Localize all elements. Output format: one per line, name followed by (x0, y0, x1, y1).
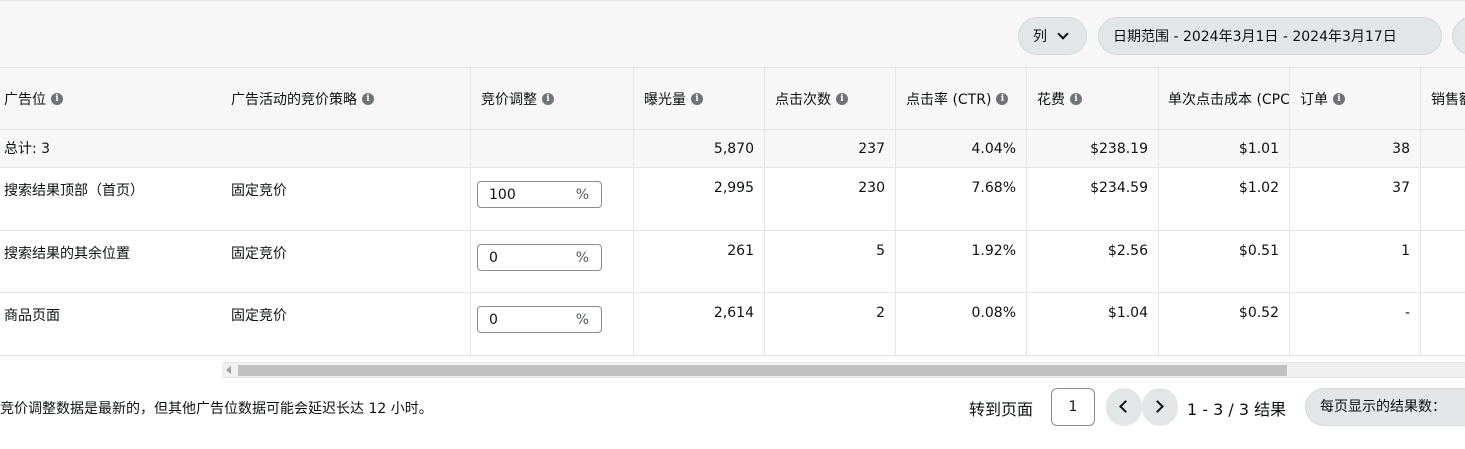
header-spend[interactable]: 花费 i (1037, 68, 1155, 129)
column-divider (1158, 68, 1159, 356)
bid-adjustment-input[interactable]: 100% (477, 181, 602, 208)
impressions: 2,614 (713, 305, 754, 321)
table-toolbar: 列 日期范围 - 2024年3月1日 - 2024年3月17日 (0, 0, 1465, 68)
prev-page-button[interactable] (1106, 388, 1142, 426)
totals-row: 总计: 3 5,870 237 4.04% $238.19 $1.01 38 (0, 130, 1465, 168)
table-row: 商品页面 固定竞价 0% 2,614 2 0.08% $1.04 $0.52 - (0, 293, 1465, 356)
spend: $1.04 (1107, 305, 1148, 321)
bid-adjustment-input[interactable]: 0% (477, 244, 602, 271)
cpc: $1.02 (1238, 180, 1279, 196)
cpc: $0.52 (1238, 305, 1279, 321)
info-icon[interactable]: i (1070, 92, 1082, 105)
header-ctr[interactable]: 点击率 (CTR) i (906, 68, 1024, 129)
per-page-label: 每页显示的结果数： (1320, 399, 1446, 415)
column-divider (1289, 68, 1290, 356)
table-row: 搜索结果顶部（首页） 固定竞价 100% 2,995 230 7.68% $23… (0, 168, 1465, 231)
totals-label: 总计: 3 (4, 141, 51, 157)
date-range-button[interactable]: 日期范围 - 2024年3月1日 - 2024年3月17日 (1098, 17, 1442, 55)
bid-strategy: 固定竞价 (231, 183, 287, 199)
header-placement[interactable]: 广告位 i (4, 68, 224, 129)
info-icon[interactable]: i (836, 92, 848, 105)
column-divider (895, 68, 896, 356)
impressions: 2,995 (713, 180, 754, 196)
ctr: 1.92% (971, 243, 1016, 259)
placement-name: 商品页面 (4, 308, 60, 324)
chevron-right-icon (1151, 400, 1164, 413)
scrollbar-thumb[interactable] (238, 365, 1287, 376)
spend: $2.56 (1107, 243, 1148, 259)
header-cpc[interactable]: 单次点击成本 (CPC) (1168, 68, 1289, 129)
table-row: 搜索结果的其余位置 固定竞价 0% 261 5 1.92% $2.56 $0.5… (0, 231, 1465, 293)
header-impressions[interactable]: 曝光量 i (644, 68, 762, 129)
percent-label: % (575, 311, 589, 328)
column-divider (1420, 68, 1421, 356)
totals-orders: 38 (1392, 141, 1410, 157)
ctr: 0.08% (971, 305, 1016, 321)
orders: 37 (1392, 180, 1410, 196)
bid-strategy: 固定竞价 (231, 308, 287, 324)
header-clicks[interactable]: 点击次数 i (775, 68, 893, 129)
info-icon[interactable]: i (362, 92, 374, 105)
column-divider (1026, 68, 1027, 356)
clicks: 230 (858, 180, 885, 196)
info-icon[interactable]: i (1333, 92, 1345, 105)
spend: $234.59 (1090, 180, 1148, 196)
percent-label: % (575, 186, 589, 203)
column-divider (633, 68, 634, 356)
chevron-left-icon (1119, 400, 1132, 413)
totals-impressions: 5,870 (713, 141, 754, 157)
totals-ctr: 4.04% (971, 141, 1016, 157)
table-header-row: 广告位 i 广告活动的竞价策略 i 竞价调整 i 曝光量 i 点击次数 i 点击率 (CT… (0, 68, 1465, 130)
bid-adjustment-input[interactable]: 0% (477, 306, 602, 333)
orders: - (1404, 305, 1410, 321)
percent-label: % (575, 249, 589, 266)
impressions: 261 (727, 243, 754, 259)
totals-clicks: 237 (858, 141, 885, 157)
info-icon[interactable]: i (996, 92, 1009, 105)
totals-cpc: $1.01 (1238, 141, 1279, 157)
placement-name: 搜索结果顶部（首页） (4, 183, 144, 199)
clicks: 5 (876, 243, 885, 259)
column-divider (764, 68, 765, 356)
columns-dropdown[interactable]: 列 (1018, 17, 1087, 55)
columns-label: 列 (1033, 29, 1047, 45)
info-icon[interactable]: i (51, 92, 63, 105)
ctr: 7.68% (971, 180, 1016, 196)
horizontal-scrollbar[interactable] (222, 362, 1465, 378)
column-divider (470, 68, 471, 356)
goto-page-input[interactable]: 1 (1051, 388, 1095, 426)
totals-spend: $238.19 (1090, 141, 1148, 157)
data-delay-note: 竞价调整数据是最新的，但其他广告位数据可能会延迟长达 12 小时。 (0, 401, 433, 417)
orders: 1 (1401, 243, 1410, 259)
date-range-label: 日期范围 - 2024年3月1日 - 2024年3月17日 (1113, 29, 1397, 45)
scroll-left-icon[interactable] (226, 366, 231, 374)
header-bid-strategy[interactable]: 广告活动的竞价策略 i (231, 68, 466, 129)
per-page-dropdown[interactable]: 每页显示的结果数： (1305, 388, 1465, 426)
info-icon[interactable]: i (691, 92, 703, 105)
header-sales[interactable]: 销售额 (1431, 68, 1465, 129)
bid-strategy: 固定竞价 (231, 246, 287, 262)
cpc: $0.51 (1238, 243, 1279, 259)
info-icon[interactable]: i (542, 92, 554, 105)
chevron-down-icon (1057, 27, 1069, 40)
header-orders[interactable]: 订单 i (1300, 68, 1418, 129)
results-count: 1 - 3 / 3 结果 (1187, 400, 1287, 419)
goto-page-label: 转到页面 (969, 400, 1034, 419)
placement-name: 搜索结果的其余位置 (4, 246, 130, 262)
clicks: 2 (876, 305, 885, 321)
header-bid-adjustment[interactable]: 竞价调整 i (481, 68, 631, 129)
next-page-button[interactable] (1142, 388, 1178, 426)
more-toolbar-button[interactable] (1452, 17, 1465, 55)
